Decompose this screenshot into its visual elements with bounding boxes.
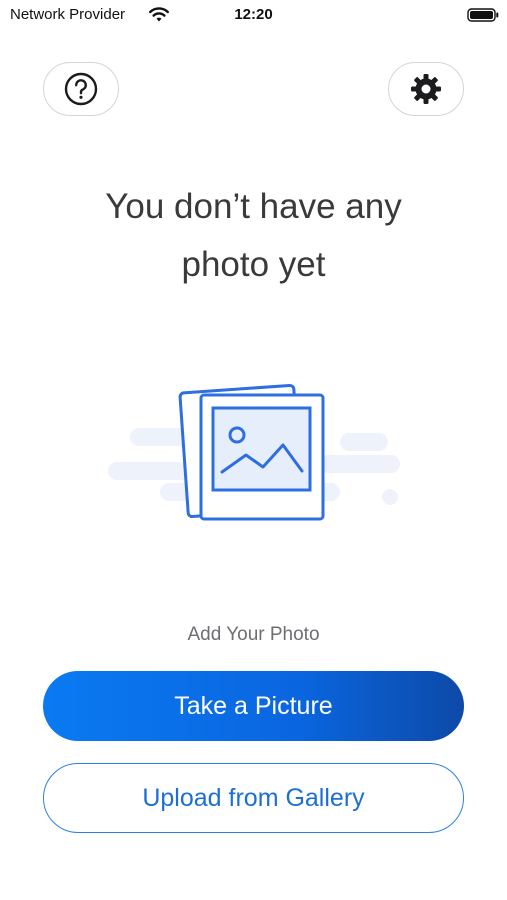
- gear-icon: [411, 74, 441, 104]
- title-line-2: photo yet: [181, 245, 326, 284]
- take-picture-button[interactable]: Take a Picture: [43, 671, 464, 741]
- upload-gallery-button[interactable]: Upload from Gallery: [43, 763, 464, 833]
- add-photo-label: Add Your Photo: [187, 624, 320, 645]
- photo-stack-icon: [108, 383, 400, 521]
- help-button[interactable]: [43, 62, 119, 116]
- empty-state-title: You don’t have any photo yet: [0, 178, 507, 294]
- settings-button[interactable]: [388, 62, 464, 116]
- take-picture-label: Take a Picture: [174, 691, 333, 720]
- status-time: 12:20: [234, 6, 273, 23]
- title-line-1: You don’t have any: [105, 187, 402, 226]
- status-bar: Network Provider 12:20: [0, 0, 507, 30]
- battery-icon: [467, 8, 499, 22]
- question-circle-icon: [64, 72, 98, 106]
- upload-gallery-label: Upload from Gallery: [142, 783, 365, 812]
